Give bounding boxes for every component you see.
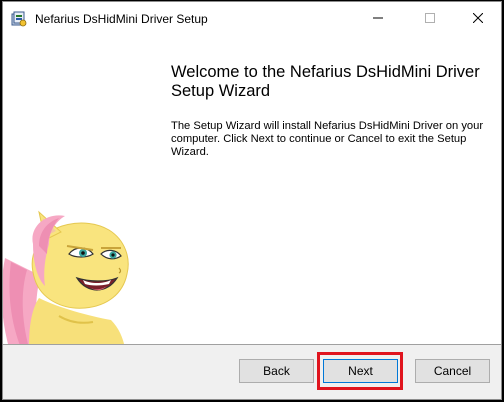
close-button[interactable] [455, 2, 501, 36]
wizard-footer: Back Next Cancel [3, 345, 501, 399]
minimize-button[interactable] [355, 2, 401, 36]
maximize-button[interactable] [407, 2, 453, 36]
cancel-button[interactable]: Cancel [415, 359, 490, 383]
back-button[interactable]: Back [239, 359, 314, 383]
wizard-heading: Welcome to the Nefarius DsHidMini Driver… [171, 63, 480, 100]
next-button[interactable]: Next [323, 359, 398, 383]
wizard-description: The Setup Wizard will install Nefarius D… [171, 120, 484, 158]
maximize-icon [425, 10, 435, 28]
title-bar[interactable]: Nefarius DsHidMini Driver Setup [3, 2, 501, 36]
minimize-icon [373, 10, 383, 28]
pony-mascot-image [3, 198, 139, 348]
close-icon [472, 10, 484, 28]
setup-window: Nefarius DsHidMini Driver Setup Welcome … [2, 1, 502, 400]
installer-icon [11, 11, 27, 27]
window-title: Nefarius DsHidMini Driver Setup [35, 12, 208, 26]
wizard-content: Welcome to the Nefarius DsHidMini Driver… [3, 36, 501, 348]
